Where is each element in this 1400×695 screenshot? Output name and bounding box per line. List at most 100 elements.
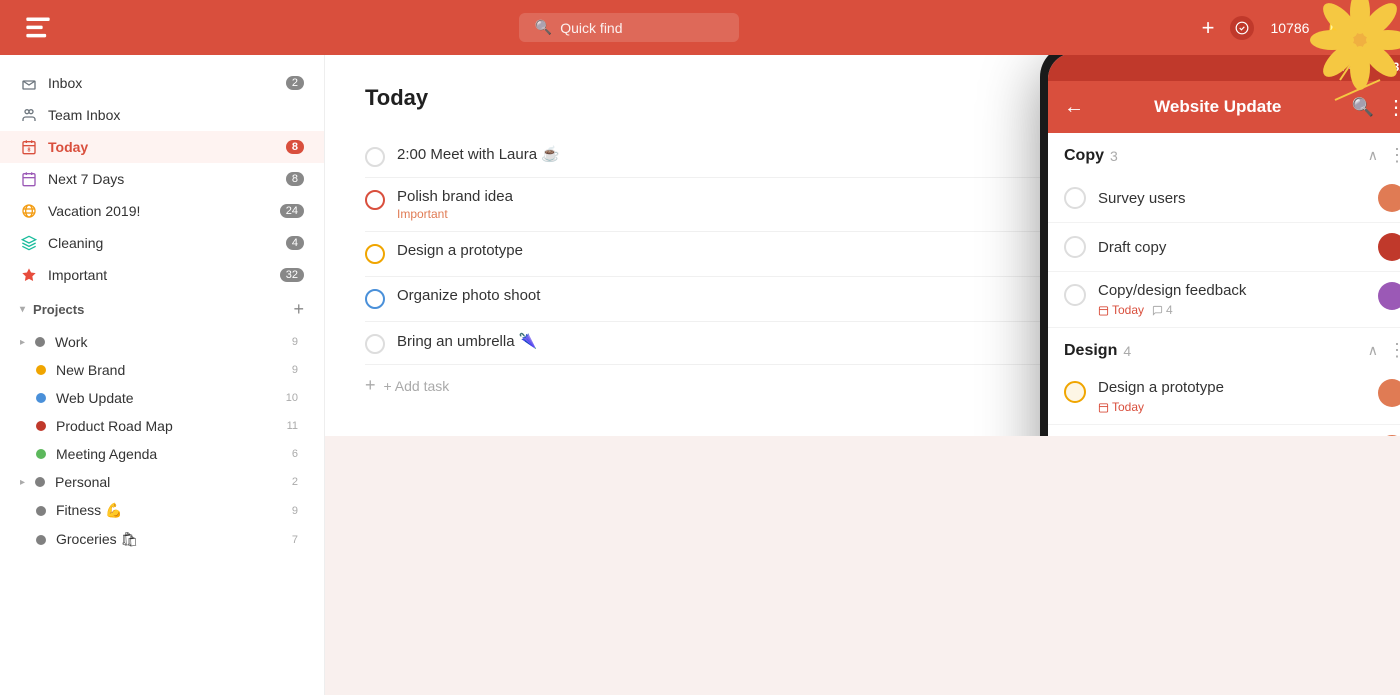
fitness-badge: 9 bbox=[286, 504, 304, 518]
copy-count: 3 bbox=[1110, 148, 1118, 164]
projects-label: Projects bbox=[33, 302, 84, 317]
task-circle-umbrella[interactable] bbox=[365, 334, 385, 354]
svg-text:8: 8 bbox=[28, 148, 31, 154]
copy-menu-icon[interactable]: ⋮ bbox=[1388, 145, 1400, 166]
notification-icon[interactable]: 🔔 bbox=[1325, 17, 1347, 38]
search-bar[interactable]: 🔍 Quick find bbox=[519, 13, 739, 42]
team-inbox-icon bbox=[20, 106, 38, 124]
vacation-badge: 24 bbox=[280, 204, 304, 218]
sidebar-item-important[interactable]: Important 32 bbox=[0, 259, 324, 291]
copy-design-circle[interactable] bbox=[1064, 284, 1086, 306]
copy-design-avatar bbox=[1378, 282, 1400, 310]
design-prototype-circle[interactable] bbox=[1064, 381, 1086, 403]
meeting-agenda-label: Meeting Agenda bbox=[56, 446, 157, 462]
work-badge: 9 bbox=[286, 335, 304, 349]
project-group-work[interactable]: ▸ Work 9 bbox=[0, 328, 324, 356]
project-item-fitness[interactable]: Fitness 💪 9 bbox=[0, 496, 324, 525]
design-title: Design bbox=[1064, 342, 1117, 360]
task-circle-meet-laura[interactable] bbox=[365, 147, 385, 167]
phone-more-icon[interactable]: ⋮ bbox=[1386, 95, 1400, 120]
phone-screen: ▼◀▮▮ 08:32 ← Website Update 🔍 ⋮ bbox=[1048, 55, 1400, 436]
new-brand-dot bbox=[36, 365, 46, 375]
web-update-label: Web Update bbox=[56, 390, 134, 406]
sidebar-vacation-label: Vacation 2019! bbox=[48, 203, 270, 219]
design-prototype-info: Design a prototype Today bbox=[1098, 379, 1366, 414]
meeting-agenda-badge: 6 bbox=[286, 447, 304, 461]
karma-icon[interactable] bbox=[1230, 16, 1254, 40]
design-prototype-meta: Today bbox=[1098, 400, 1366, 414]
copy-section-header: Copy 3 ∧ ⋮ bbox=[1048, 133, 1400, 174]
sidebar-item-today[interactable]: 8 Today 8 bbox=[0, 131, 324, 163]
add-icon[interactable]: + bbox=[1202, 15, 1215, 41]
projects-collapse-icon: ▾ bbox=[20, 304, 25, 315]
task-circle-design-prototype[interactable] bbox=[365, 244, 385, 264]
draft-copy-text: Draft copy bbox=[1098, 239, 1366, 256]
sidebar-item-inbox[interactable]: Inbox 2 bbox=[0, 67, 324, 99]
search-icon: 🔍 bbox=[535, 19, 552, 36]
survey-users-circle[interactable] bbox=[1064, 187, 1086, 209]
inbox-icon bbox=[20, 74, 38, 92]
project-group-personal[interactable]: ▸ Personal 2 bbox=[0, 468, 324, 496]
logo[interactable] bbox=[20, 10, 56, 46]
product-road-map-label: Product Road Map bbox=[56, 418, 173, 434]
design-menu-icon[interactable]: ⋮ bbox=[1388, 340, 1400, 361]
personal-badge: 2 bbox=[286, 475, 304, 489]
personal-label: Personal bbox=[55, 474, 110, 490]
main-layout: Inbox 2 Team Inbox 8 Today 8 Next 7 Days… bbox=[0, 55, 1400, 695]
work-label: Work bbox=[55, 334, 87, 350]
product-road-map-badge: 11 bbox=[281, 419, 304, 433]
work-dot bbox=[35, 337, 45, 347]
next7days-icon bbox=[20, 170, 38, 188]
sidebar-item-vacation[interactable]: Vacation 2019! 24 bbox=[0, 195, 324, 227]
task-circle-organize-shoot[interactable] bbox=[365, 289, 385, 309]
sidebar-item-team-inbox[interactable]: Team Inbox bbox=[0, 99, 324, 131]
project-item-groceries[interactable]: Groceries 🛍 7 bbox=[0, 525, 324, 554]
project-item-web-update[interactable]: Web Update 10 bbox=[0, 384, 324, 412]
web-update-dot bbox=[36, 393, 46, 403]
design-collapse-icon[interactable]: ∧ bbox=[1368, 342, 1378, 359]
phone-task-organize-shoot: Organize photo shoot bbox=[1048, 425, 1400, 436]
sidebar-item-next7days[interactable]: Next 7 Days 8 bbox=[0, 163, 324, 195]
new-brand-label: New Brand bbox=[56, 362, 125, 378]
phone-search-icon[interactable]: 🔍 bbox=[1352, 97, 1374, 118]
copy-design-meta: Today 4 bbox=[1098, 303, 1366, 317]
sidebar-cleaning-label: Cleaning bbox=[48, 235, 276, 251]
phone-title: Website Update bbox=[1096, 97, 1340, 117]
task-circle-polish-brand[interactable] bbox=[365, 190, 385, 210]
copy-design-info: Copy/design feedback Today 4 bbox=[1098, 282, 1366, 317]
draft-copy-avatar bbox=[1378, 233, 1400, 261]
phone-copy-section: Copy 3 ∧ ⋮ Survey users bbox=[1048, 133, 1400, 328]
sidebar-item-cleaning[interactable]: Cleaning 4 bbox=[0, 227, 324, 259]
project-item-meeting-agenda[interactable]: Meeting Agenda 6 bbox=[0, 440, 324, 468]
app-header: 🔍 Quick find + 10786 🔔 ⚙ bbox=[0, 0, 1400, 55]
content-wrapper: Today 2:00 Meet with Laura ☕ bbox=[325, 55, 1400, 695]
phone-back-icon[interactable]: ← bbox=[1064, 96, 1084, 119]
phone-body: ▼◀▮▮ 08:32 ← Website Update 🔍 ⋮ bbox=[1040, 55, 1400, 436]
meeting-agenda-dot bbox=[36, 449, 46, 459]
design-count: 4 bbox=[1123, 343, 1131, 359]
project-item-product-road-map[interactable]: Product Road Map 11 bbox=[0, 412, 324, 440]
important-icon bbox=[20, 266, 38, 284]
sidebar-today-label: Today bbox=[48, 139, 276, 155]
groceries-badge: 7 bbox=[286, 533, 304, 547]
survey-users-avatar bbox=[1378, 184, 1400, 212]
personal-expand-icon: ▸ bbox=[20, 477, 25, 488]
important-badge: 32 bbox=[280, 268, 304, 282]
next7days-badge: 8 bbox=[286, 172, 304, 186]
copy-collapse-icon[interactable]: ∧ bbox=[1368, 147, 1378, 164]
today-icon: 8 bbox=[20, 138, 38, 156]
design-prototype-text: Design a prototype bbox=[1098, 379, 1366, 396]
draft-copy-circle[interactable] bbox=[1064, 236, 1086, 258]
project-item-new-brand[interactable]: New Brand 9 bbox=[0, 356, 324, 384]
organize-shoot-avatar bbox=[1378, 435, 1400, 436]
settings-icon[interactable]: ⚙ bbox=[1364, 17, 1380, 38]
copy-design-date: Today bbox=[1098, 303, 1144, 317]
add-project-button[interactable]: + bbox=[293, 299, 304, 320]
main-content: Today 2:00 Meet with Laura ☕ bbox=[325, 55, 1400, 436]
projects-section-header[interactable]: ▾ Projects + bbox=[0, 291, 324, 328]
copy-design-comment: 4 bbox=[1152, 303, 1173, 317]
personal-dot bbox=[35, 477, 45, 487]
status-time: 08:32 bbox=[1375, 60, 1400, 74]
phone-mockup-container: ▼◀▮▮ 08:32 ← Website Update 🔍 ⋮ bbox=[1040, 55, 1400, 436]
groceries-dot bbox=[36, 535, 46, 545]
